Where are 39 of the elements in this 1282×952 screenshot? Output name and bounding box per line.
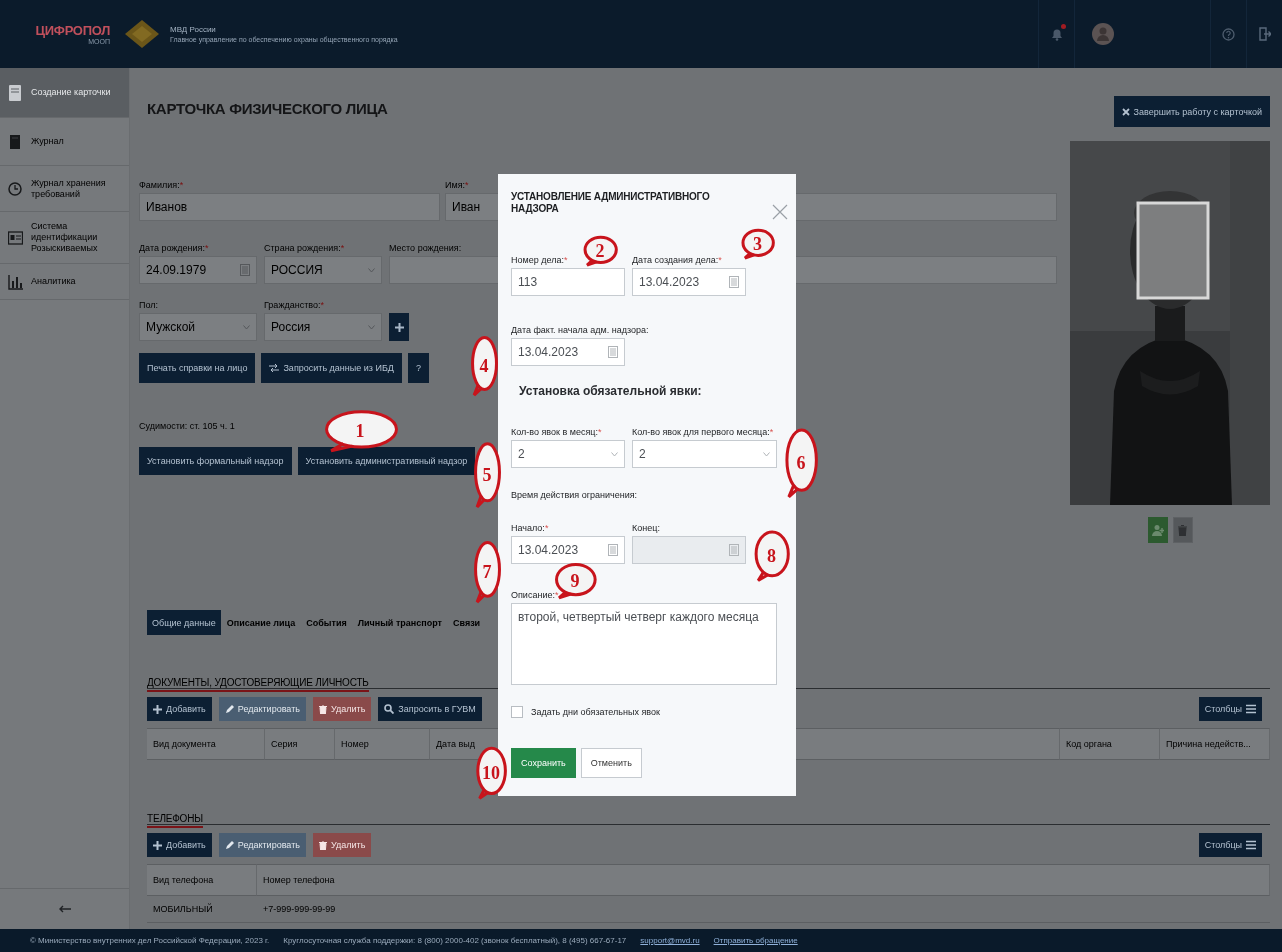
table-cell: +7-999-999-99-99 [257, 896, 1270, 923]
field-label: Дата факт. начала адм. надзора: [511, 324, 649, 336]
footer-text: © Министерство внутренних дел Российской Федерации, 2023 г. [30, 936, 270, 945]
callout-bubble: 1 [322, 410, 398, 452]
callout-bubble: 2 [583, 236, 617, 266]
checkbox-label: Задать дни обязательных явок [531, 707, 660, 717]
column-header: Вид документа [147, 728, 265, 760]
footer-text: Круглосуточная служба поддержки: 8 (800) 2000-402 (звонок бесплатный), 8 (495) 667-67-17 [283, 936, 627, 945]
table-cell: МОБИЛЬНЫЙ [147, 896, 257, 923]
column-header: Номер [335, 728, 430, 760]
convictions-text: Судимости: ст. 105 ч. 1 [139, 421, 235, 433]
field-label: Конец: [632, 522, 660, 534]
section-title: ТЕЛЕФОНЫ [147, 812, 203, 828]
field-label: Дата рождения:* [139, 242, 209, 254]
field-label: Начало:* [511, 522, 549, 534]
column-header: Код органа [1060, 728, 1160, 760]
field-label: Кол-во явок в месяц:* [511, 426, 602, 438]
field-label: Кол-во явок для первого месяца:* [632, 426, 774, 438]
field-label: Фамилия:* [139, 179, 184, 191]
field-label: Гражданство:* [264, 299, 324, 311]
field-label: Место рождения: [389, 242, 462, 254]
column-header: Номер телефона [257, 864, 1270, 896]
field-label: Описание:* [511, 589, 559, 601]
column-header: Вид телефона [147, 864, 257, 896]
section-heading: Установка обязательной явки: [519, 383, 702, 399]
column-header: Серия [265, 728, 335, 760]
field-label: Дата создания дела:* [632, 254, 722, 266]
field-label: Время действия ограничения: [511, 489, 638, 501]
field-label: Страна рождения:* [264, 242, 345, 254]
field-label: Номер дела:* [511, 254, 568, 266]
org-title: МВД России [170, 25, 217, 34]
callout-bubble: 3 [741, 229, 774, 259]
logo-title: ЦИФРОПОЛ [35, 23, 110, 38]
column-header: Причина недейств... [1160, 728, 1270, 760]
page-title: КАРТОЧКА ФИЗИЧЕСКОГО ЛИЦА [147, 99, 388, 119]
section-title: ДОКУМЕНТЫ, УДОСТОВЕРЯЮЩИЕ ЛИЧНОСТЬ [147, 676, 369, 692]
field-label: Имя:* [445, 179, 469, 191]
dialog-title: УСТАНОВЛЕНИЕ АДМИНИСТРАТИВНОГО НАДЗОРА [511, 191, 711, 215]
field-label: Пол: [139, 299, 159, 311]
